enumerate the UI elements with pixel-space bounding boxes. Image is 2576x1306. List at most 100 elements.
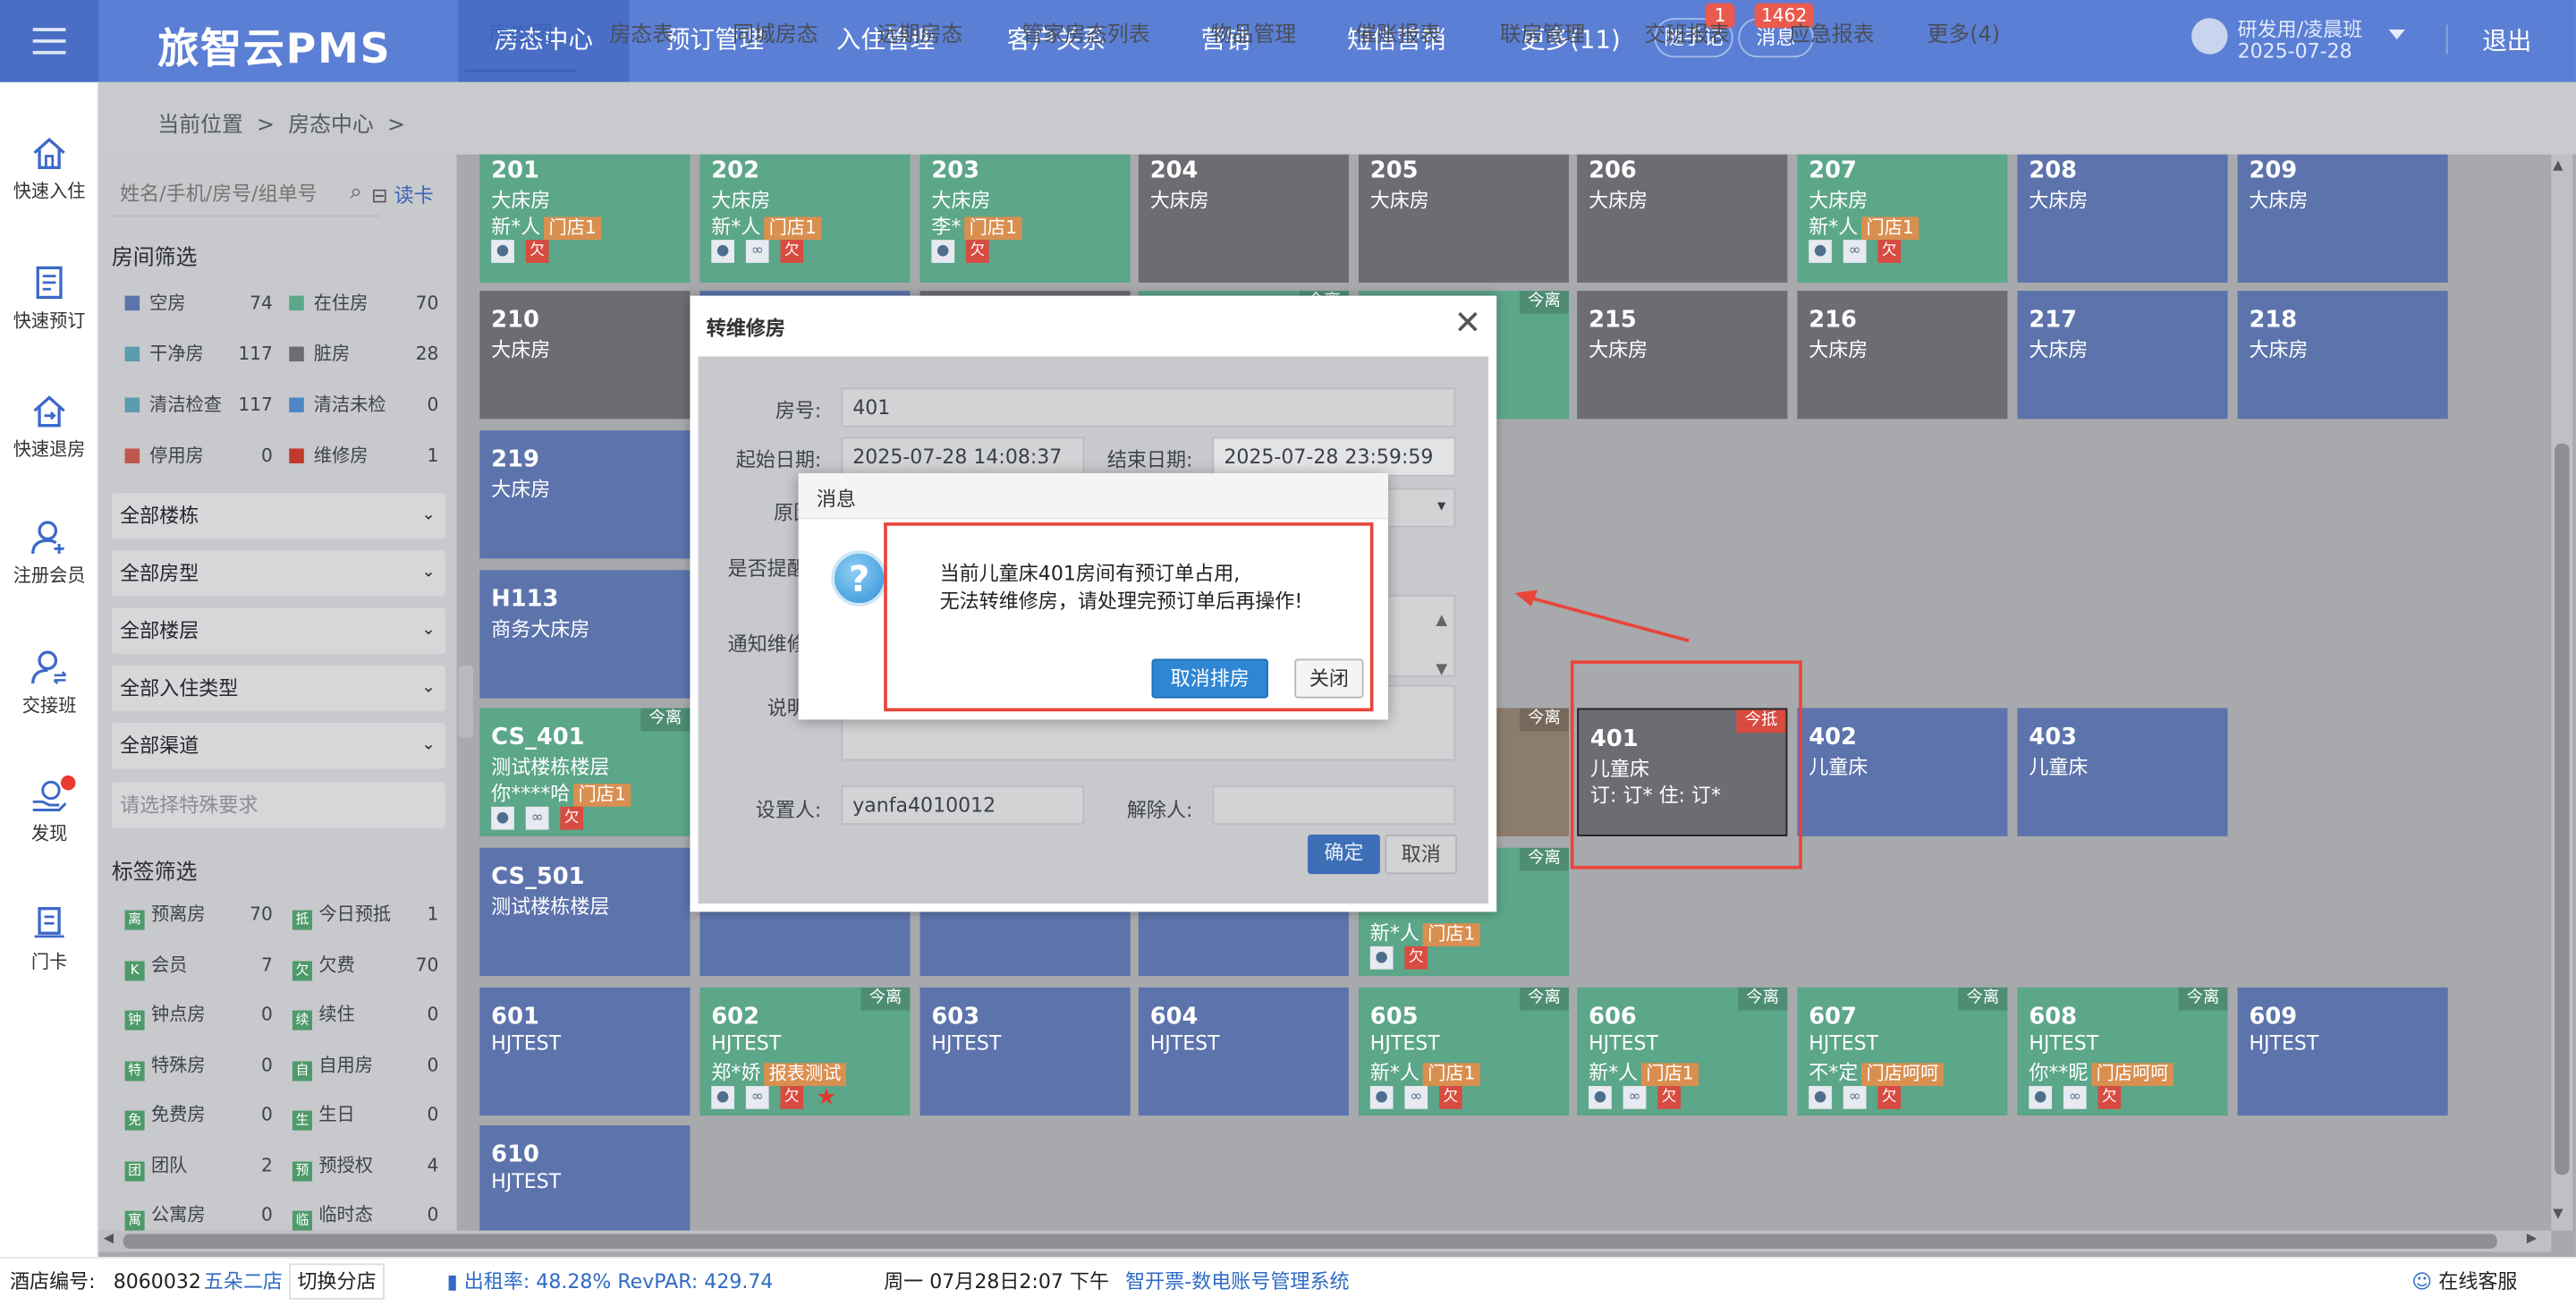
room-card-602[interactable]: 602 HJTEST 郑*娇 报表测试 今离 ● ∞ 欠 ★: [699, 987, 911, 1116]
filter-dropdown[interactable]: 全部入住类型 ⌄: [111, 665, 445, 712]
room-card-209[interactable]: 209 大床房: [2237, 154, 2448, 283]
switch-branch-button[interactable]: 切换分店: [289, 1263, 385, 1300]
room-card-601[interactable]: 601 HJTEST: [479, 987, 691, 1116]
tab-future-rooms[interactable]: 远期房态: [877, 0, 963, 72]
setter-input[interactable]: yanfa4010012: [841, 784, 1085, 826]
room-card-217[interactable]: 217 大床房: [2017, 291, 2228, 420]
filter-dropdown[interactable]: 全部房型 ⌄: [111, 550, 445, 597]
tag-filter-item[interactable]: 特特殊房: [124, 1054, 206, 1081]
tag-filter-item[interactable]: 寓公寓房: [124, 1204, 206, 1231]
start-date-input[interactable]: 2025-07-28 14:08:37: [841, 437, 1085, 477]
room-card-607[interactable]: 607 HJTEST 不*定 门店呵呵 今离 ● ∞ 欠: [1797, 987, 2008, 1116]
room-card-202[interactable]: 202 大床房 新*人 门店1 ● ∞ 欠: [699, 154, 911, 283]
status-filter-item[interactable]: 维修房: [289, 445, 368, 469]
scroll-right-icon[interactable]: ▶: [2527, 1231, 2537, 1246]
room-card-609[interactable]: 609 HJTEST: [2237, 987, 2448, 1116]
room-card-605[interactable]: 605 HJTEST 新*人 门店1 今离 ● ∞ 欠: [1358, 987, 1570, 1116]
room-no-input[interactable]: 401: [841, 387, 1456, 428]
quick-checkin-button[interactable]: 快速入住: [0, 135, 98, 204]
vertical-scroll-thumb[interactable]: [2555, 443, 2570, 1175]
status-filter-item[interactable]: 停用房: [124, 445, 204, 469]
tab-room-table[interactable]: 房态表: [609, 0, 674, 72]
room-card-208[interactable]: 208 大床房: [2017, 154, 2228, 283]
search-icon[interactable]: ⌕: [350, 181, 361, 206]
tag-filter-item[interactable]: 钟钟点房: [124, 1004, 206, 1030]
tag-filter-item[interactable]: 免免费房: [124, 1104, 206, 1131]
filter-dropdown[interactable]: 全部渠道 ⌄: [111, 723, 445, 769]
status-filter-item[interactable]: 清洁未检: [289, 394, 386, 418]
register-member-button[interactable]: 注册会员: [0, 519, 98, 588]
room-card-219[interactable]: 219 大床房: [479, 430, 691, 559]
cancel-button[interactable]: 取消: [1385, 835, 1458, 875]
tag-filter-item[interactable]: 临临时态: [292, 1204, 373, 1231]
room-card-button[interactable]: 门卡: [0, 905, 98, 974]
room-card-606[interactable]: 606 HJTEST 新*人 门店1 今离 ● ∞ 欠: [1577, 987, 1788, 1116]
tab-housekeeping-list[interactable]: 管家房态列表: [1021, 0, 1149, 72]
room-card-206[interactable]: 206 大床房: [1577, 154, 1788, 283]
tag-filter-item[interactable]: 预预授权: [292, 1154, 373, 1181]
room-card-218[interactable]: 218 大床房: [2237, 291, 2448, 420]
tag-filter-item[interactable]: 欠欠费: [292, 954, 355, 980]
filter-dropdown[interactable]: 全部楼层 ⌄: [111, 607, 445, 655]
spin-down-icon[interactable]: ▼: [1436, 652, 1447, 688]
horizontal-scroll-thumb[interactable]: [123, 1234, 2497, 1249]
read-card-button[interactable]: ⊟ 读卡: [371, 181, 434, 208]
status-filter-item[interactable]: 空房: [124, 293, 186, 316]
confirm-button[interactable]: 确定: [1308, 835, 1380, 875]
logout-button[interactable]: 退出: [2482, 23, 2531, 58]
discover-button[interactable]: 发现: [0, 777, 98, 846]
panel-collapse-handle[interactable]: [458, 665, 473, 738]
branch-name[interactable]: 五朵二店: [204, 1259, 283, 1304]
scroll-down-icon[interactable]: ▼: [2553, 1206, 2563, 1221]
tab-emergency-report[interactable]: 应急报表: [1789, 0, 1875, 72]
user-dropdown-icon[interactable]: [2388, 30, 2405, 40]
close-icon[interactable]: ✕: [1453, 304, 1481, 340]
tab-dunning-report[interactable]: 催账报表: [1355, 0, 1441, 72]
room-card-608[interactable]: 608 HJTEST 你**昵 门店呵呵 今离 ● ∞ 欠: [2017, 987, 2228, 1116]
breadcrumb-item[interactable]: 房态中心: [288, 114, 374, 139]
room-card-604[interactable]: 604 HJTEST: [1138, 987, 1349, 1116]
room-card-205[interactable]: 205 大床房: [1358, 154, 1570, 283]
room-card-610[interactable]: 610 HJTEST: [479, 1125, 691, 1231]
status-filter-item[interactable]: 在住房: [289, 293, 368, 316]
end-date-input[interactable]: 2025-07-28 23:59:59: [1212, 437, 1456, 477]
room-card-210[interactable]: 210 大床房: [479, 291, 691, 420]
room-card-403[interactable]: 403 儿童床: [2017, 708, 2228, 836]
room-card-204[interactable]: 204 大床房: [1138, 154, 1349, 283]
clear-by-input[interactable]: [1212, 784, 1456, 826]
user-avatar[interactable]: [2191, 18, 2228, 55]
status-filter-item[interactable]: 干净房: [124, 343, 204, 367]
tab-room-map[interactable]: 房态图: [464, 0, 577, 72]
quick-booking-button[interactable]: 快速预订: [0, 265, 98, 334]
room-card-215[interactable]: 215 大床房: [1577, 291, 1788, 420]
special-request-select[interactable]: 请选择特殊要求: [111, 782, 445, 828]
tab-items[interactable]: 物品管理: [1211, 0, 1297, 72]
tag-filter-item[interactable]: 抵今日预抵: [292, 903, 391, 930]
tab-city-rooms[interactable]: 同城房态: [733, 0, 818, 72]
tag-filter-item[interactable]: 续续住: [292, 1004, 355, 1030]
scroll-up-icon[interactable]: ▲: [2553, 157, 2563, 173]
tag-filter-item[interactable]: 离预离房: [124, 903, 206, 930]
room-card-216[interactable]: 216 大床房: [1797, 291, 2008, 420]
tag-filter-item[interactable]: 生生日: [292, 1104, 355, 1131]
scroll-left-icon[interactable]: ◀: [104, 1231, 114, 1246]
tag-filter-item[interactable]: K 会员: [124, 954, 187, 980]
invoice-system-link[interactable]: 智开票-数电账号管理系统: [1125, 1259, 1349, 1304]
tab-more[interactable]: 更多(4): [1927, 0, 2000, 72]
tab-linked-rooms[interactable]: 联房管理: [1500, 0, 1586, 72]
status-filter-item[interactable]: 脏房: [289, 343, 350, 367]
room-card-cs_401[interactable]: CS_401 测试楼栋楼层 你****哈 门店1 今离 ● ∞ 欠: [479, 708, 691, 836]
room-card-203[interactable]: 203 大床房 李* 门店1 ● 欠: [919, 154, 1131, 283]
tab-shift-report[interactable]: 交班报表: [1645, 0, 1731, 72]
online-service-button[interactable]: ☺ 在线客服: [2411, 1259, 2517, 1304]
room-card-cs_501[interactable]: CS_501 测试楼栋楼层: [479, 847, 691, 976]
spin-up-icon[interactable]: ▲: [1436, 603, 1447, 639]
filter-dropdown[interactable]: 全部楼栋 ⌄: [111, 493, 445, 539]
room-card-603[interactable]: 603 HJTEST: [919, 987, 1131, 1116]
room-card-207[interactable]: 207 大床房 新*人 门店1 ● ∞ 欠: [1797, 154, 2008, 283]
search-input[interactable]: [111, 174, 334, 214]
quick-checkout-button[interactable]: 快速退房: [0, 393, 98, 462]
room-card-402[interactable]: 402 儿童床: [1797, 708, 2008, 836]
menu-toggle-icon[interactable]: [0, 0, 99, 82]
tag-filter-item[interactable]: 团团队: [124, 1154, 187, 1181]
